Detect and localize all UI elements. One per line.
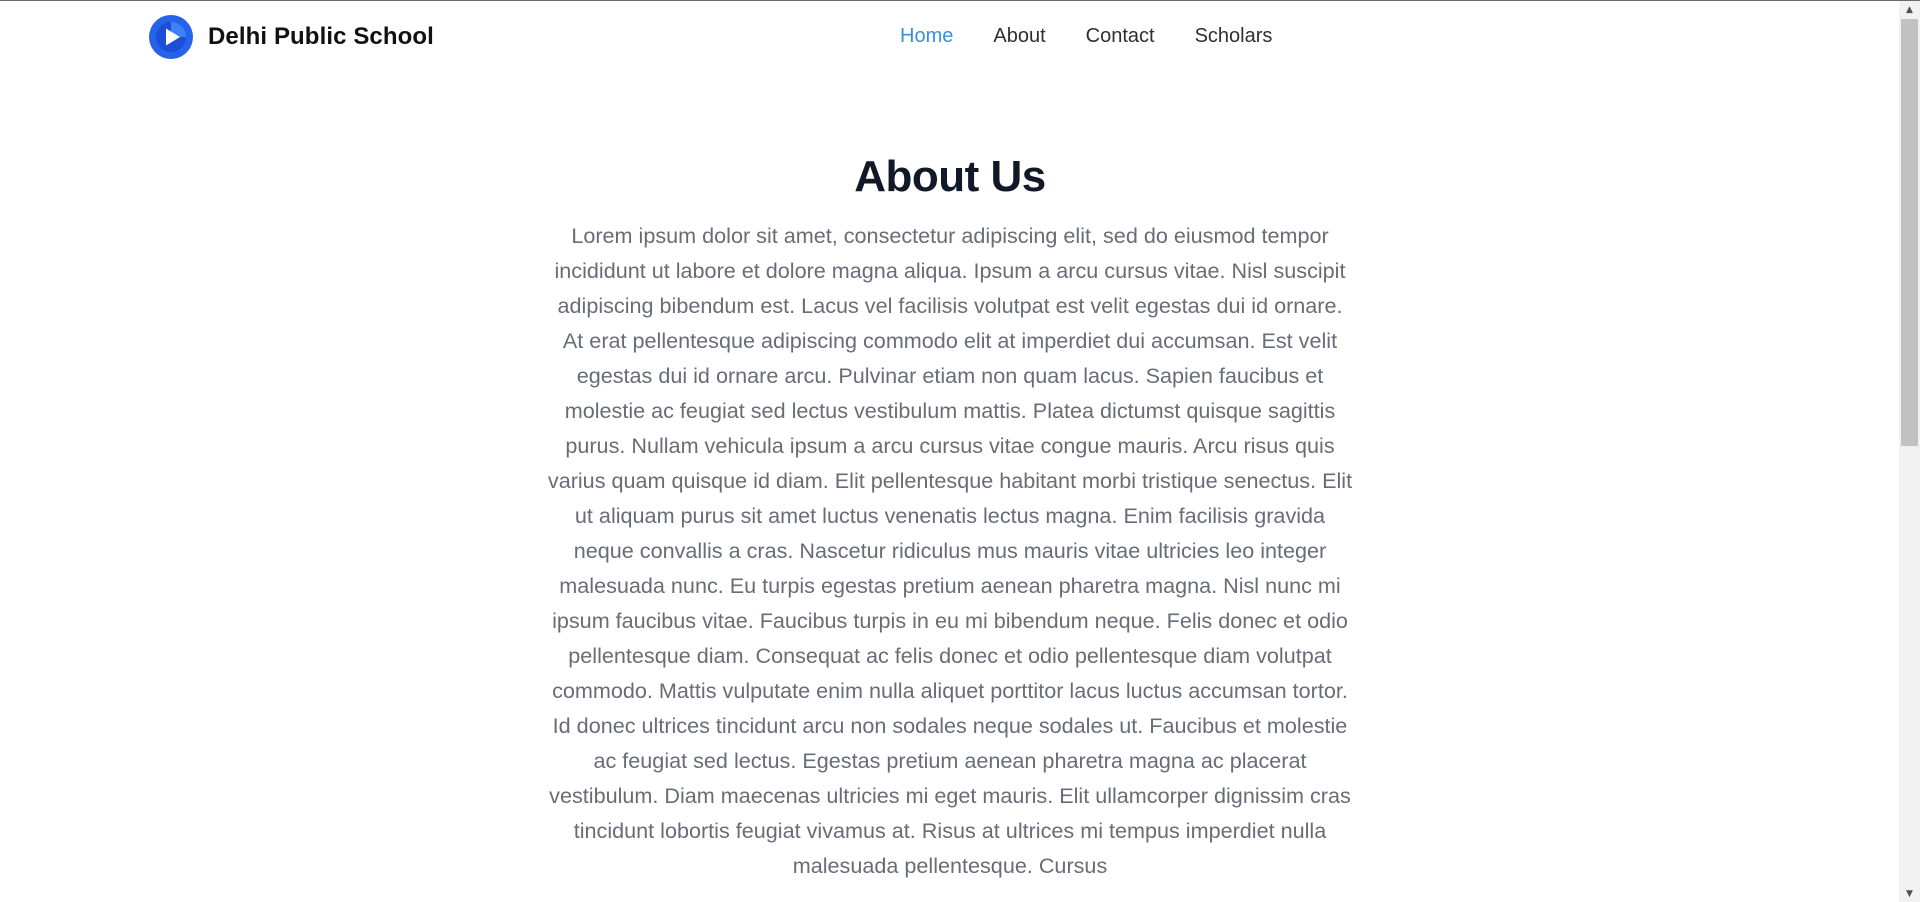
play-circle-icon: [149, 15, 193, 59]
main-nav: Home About Contact Scholars: [900, 23, 1312, 49]
nav-link-contact[interactable]: Contact: [1086, 23, 1155, 49]
about-paragraph: Lorem ipsum dolor sit amet, consectetur …: [547, 223, 1353, 878]
nav-link-about[interactable]: About: [993, 23, 1045, 49]
nav-link-home[interactable]: Home: [900, 23, 953, 49]
page-title: About Us: [854, 152, 1046, 201]
page: Delhi Public School Home About Contact S…: [0, 1, 1899, 902]
brand-name: Delhi Public School: [208, 23, 434, 50]
navbar: Delhi Public School Home About Contact S…: [0, 1, 1899, 73]
vertical-scrollbar[interactable]: ▲ ▼: [1899, 1, 1920, 902]
nav-link-scholars[interactable]: Scholars: [1195, 23, 1273, 49]
scrollbar-thumb[interactable]: [1901, 19, 1918, 446]
about-section: About Us Lorem ipsum dolor sit amet, con…: [540, 149, 1360, 883]
scroll-up-arrow-icon[interactable]: ▲: [1899, 1, 1920, 18]
brand-link[interactable]: Delhi Public School: [149, 15, 434, 59]
scroll-down-arrow-icon[interactable]: ▼: [1899, 885, 1920, 902]
